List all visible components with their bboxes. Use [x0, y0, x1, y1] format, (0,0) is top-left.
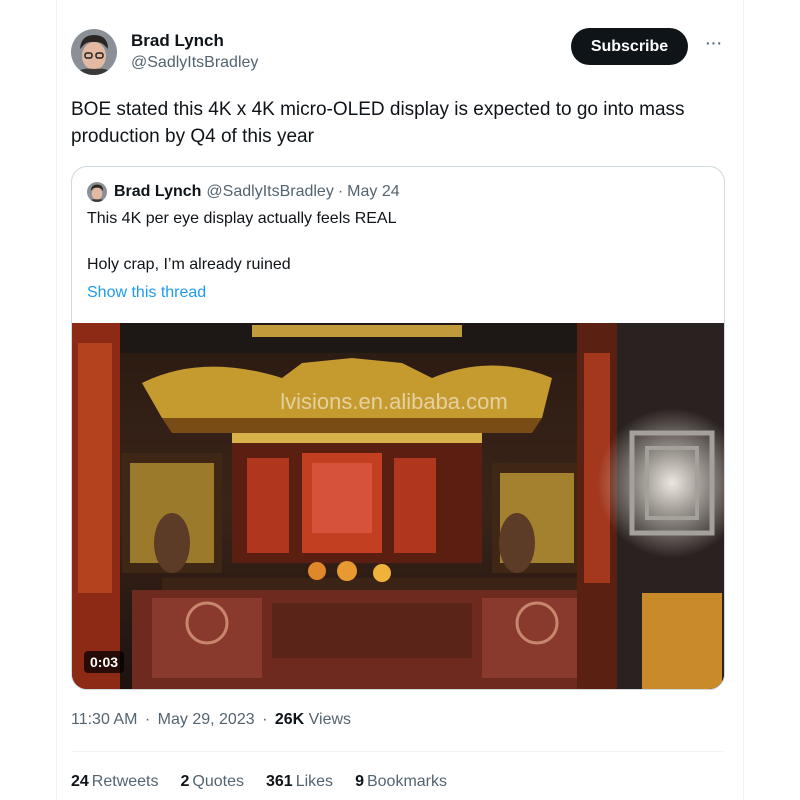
show-thread-link[interactable]: Show this thread — [87, 284, 206, 302]
video-watermark: lvisions.en.alibaba.com — [280, 389, 507, 414]
meta-separator-2: · — [262, 711, 268, 728]
retweets-stat[interactable]: 24 Retweets — [71, 773, 159, 791]
likes-count: 361 — [266, 773, 293, 790]
timeline-right-border — [743, 0, 744, 800]
divider-top — [71, 751, 723, 752]
video-player[interactable]: lvisions.en.alibaba.com 0:03 — [72, 323, 724, 689]
tweet-date[interactable]: May 29, 2023 — [158, 711, 255, 728]
likes-stat[interactable]: 361 Likes — [266, 773, 333, 791]
quoted-author-handle[interactable]: @SadlyItsBradley — [206, 183, 333, 201]
quoted-tweet-text-line1: This 4K per eye display actually feels R… — [87, 210, 397, 227]
meta-separator-1: · — [144, 711, 151, 728]
quoted-meta-separator: · — [337, 183, 344, 200]
quoted-tweet-text-line2: Holy crap, I’m already ruined — [87, 256, 291, 273]
video-thumbnail: lvisions.en.alibaba.com — [72, 323, 724, 689]
more-options-icon[interactable]: ··· — [700, 32, 726, 60]
quoted-tweet[interactable]: Brad Lynch @SadlyItsBradley · May 24 Thi… — [71, 166, 725, 690]
tweet-text: BOE stated this 4K x 4K micro-OLED displ… — [71, 99, 685, 147]
engagement-stats: 24 Retweets 2 Quotes 361 Likes 9 Bookmarks — [71, 773, 469, 791]
views-count: 26K — [274, 711, 305, 728]
quotes-label: Quotes — [192, 773, 244, 790]
author-avatar-image — [71, 29, 117, 75]
subscribe-button[interactable]: Subscribe — [571, 28, 688, 65]
bookmarks-label: Bookmarks — [366, 773, 447, 790]
quoted-author-avatar[interactable] — [87, 182, 107, 202]
author-avatar[interactable] — [71, 29, 117, 75]
bookmarks-stat[interactable]: 9 Bookmarks — [355, 773, 447, 791]
quoted-avatar-image — [87, 182, 107, 202]
retweets-label: Retweets — [91, 773, 159, 790]
quoted-tweet-header: Brad Lynch @SadlyItsBradley · May 24 — [87, 181, 400, 203]
quotes-stat[interactable]: 2 Quotes — [181, 773, 245, 791]
tweet-time[interactable]: 11:30 AM — [71, 711, 137, 728]
author-name[interactable]: Brad Lynch — [131, 31, 224, 51]
timeline-left-border — [56, 0, 57, 800]
bookmarks-count: 9 — [355, 773, 364, 790]
retweets-count: 24 — [71, 773, 89, 790]
tweet-meta: 11:30 AM · May 29, 2023 · 26K Views — [71, 711, 351, 729]
quoted-author-name[interactable]: Brad Lynch — [114, 183, 201, 201]
quotes-count: 2 — [180, 773, 190, 790]
likes-label: Likes — [295, 773, 334, 790]
quoted-tweet-date[interactable]: May 24 — [347, 183, 399, 201]
video-duration-badge: 0:03 — [84, 651, 125, 673]
author-handle[interactable]: @SadlyItsBradley — [131, 54, 258, 72]
views-label: Views — [308, 711, 352, 728]
